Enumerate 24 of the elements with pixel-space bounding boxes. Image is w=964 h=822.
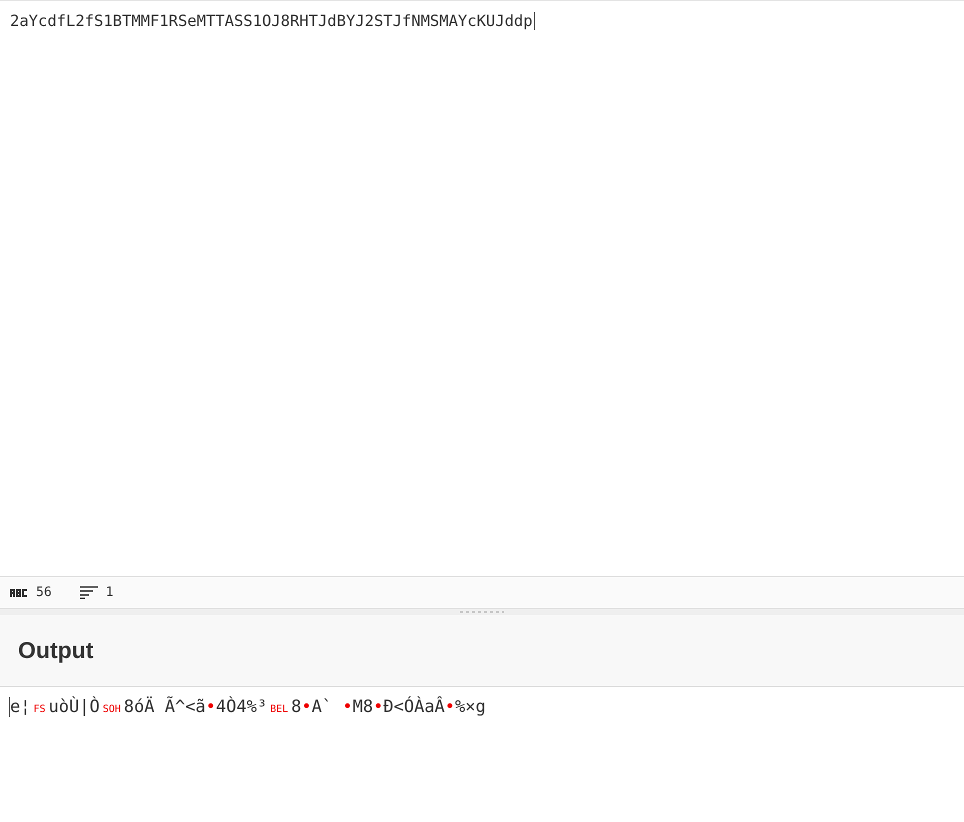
output-text: uòÙ|Ò (48, 697, 100, 717)
line-count: 1 (106, 585, 114, 600)
output-text: M8 (352, 697, 374, 717)
output-text: 4Ò4%³ (216, 697, 268, 717)
invalid-char-dot: • (342, 697, 353, 717)
input-text[interactable]: 2aYcdfL2fS1BTMMF1RSeMTTASS1OJ8RHTJdBYJ2STJfNMSMAYcKUJddp (10, 12, 535, 30)
invalid-char-dot: • (373, 697, 384, 717)
output-text: 8óÄ Ã^<ã (124, 697, 206, 717)
invalid-char-dot: • (206, 697, 216, 717)
invalid-char-dot: • (301, 697, 312, 717)
output-text: 8 (291, 697, 302, 717)
control-char-label: BEL (270, 704, 288, 715)
output-text: %×g (455, 697, 486, 717)
control-char-label: SOH (102, 704, 121, 715)
invalid-char-dot: • (444, 697, 456, 717)
resize-handle[interactable] (460, 611, 504, 613)
abc-icon (10, 588, 28, 596)
character-count: 56 (36, 585, 52, 600)
lines-icon (80, 586, 98, 599)
output-text: Ð<ÓÀaÂ (383, 697, 445, 717)
control-char-label: FS (33, 704, 46, 715)
output-text: e¦ (10, 697, 30, 717)
output-title: Output (18, 637, 94, 664)
output-text: A` (312, 697, 334, 717)
